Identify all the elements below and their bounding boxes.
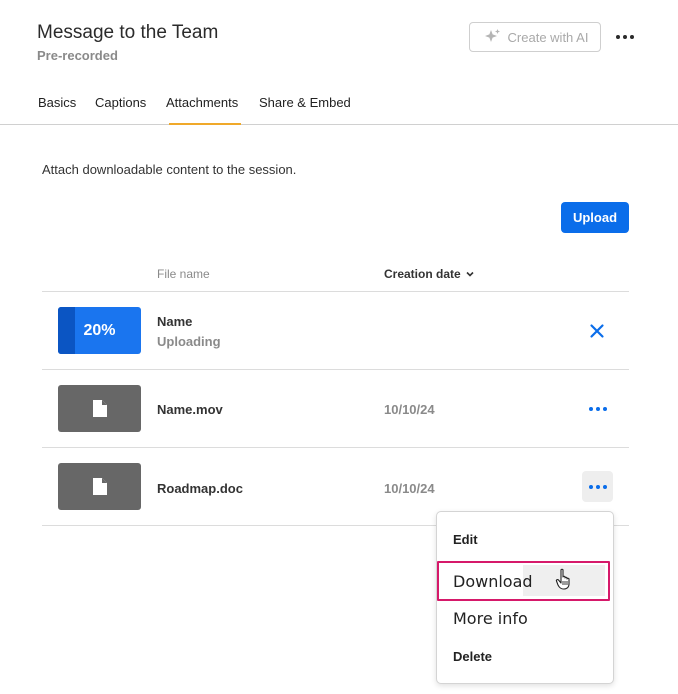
document-icon [92,478,107,495]
creation-date-label: Creation date [384,267,461,281]
menu-item-more-info[interactable]: More info [453,609,528,628]
file-thumbnail [58,463,141,510]
row-more-options-icon[interactable] [582,393,613,424]
create-with-ai-label: Create with AI [507,29,589,45]
divider [42,291,629,292]
tab-share-embed[interactable]: Share & Embed [259,95,351,125]
menu-item-edit[interactable]: Edit [453,532,478,547]
file-thumbnail [58,385,141,432]
menu-item-delete[interactable]: Delete [453,649,492,664]
file-name: Name [157,314,193,329]
column-header-file-name: File name [157,267,210,281]
tab-bar: Basics Captions Attachments Share & Embe… [0,92,678,125]
row-more-options-icon[interactable] [582,471,613,502]
file-date: 10/10/24 [384,481,435,496]
progress-label: 20% [83,321,116,339]
tab-captions[interactable]: Captions [95,95,146,125]
file-date: 10/10/24 [384,402,435,417]
divider [42,447,629,448]
sparkle-icon [484,29,500,42]
hand-cursor-icon [555,568,570,590]
file-status: Uploading [157,334,221,349]
progress-fill [58,307,75,354]
page-title: Message to the Team [37,22,219,43]
close-icon[interactable] [589,323,605,339]
tab-basics[interactable]: Basics [38,95,76,125]
file-name: Roadmap.doc [157,481,243,496]
upload-progress-thumbnail: 20% [58,307,141,354]
column-header-creation-date[interactable]: Creation date [384,267,475,281]
page-subtitle: Pre-recorded [37,48,118,63]
more-options-icon[interactable] [612,26,638,48]
file-name: Name.mov [157,402,223,417]
divider [42,369,629,370]
menu-item-download[interactable]: Download [453,572,533,591]
chevron-down-icon [466,271,474,277]
attachments-description: Attach downloadable content to the sessi… [42,162,297,177]
tab-attachments[interactable]: Attachments [166,95,242,125]
document-icon [92,400,107,417]
create-with-ai-button[interactable]: Create with AI [469,22,601,52]
context-menu: Edit Download More info Delete [436,511,614,684]
upload-button[interactable]: Upload [561,202,629,233]
